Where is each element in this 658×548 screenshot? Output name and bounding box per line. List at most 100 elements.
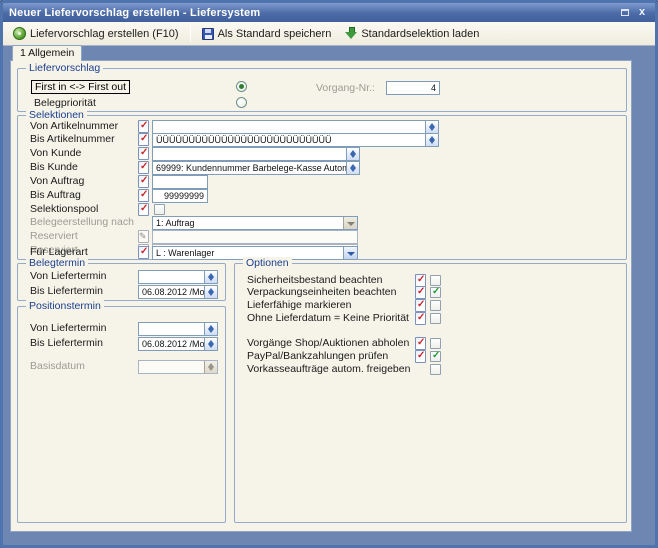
sicherheitsbestand-checkbox[interactable] — [430, 275, 441, 286]
selection-check-icon[interactable] — [138, 246, 149, 259]
create-delivery-proposal-button[interactable]: Liefervorschlag erstellen (F10) — [7, 24, 185, 43]
toolbar: Liefervorschlag erstellen (F10) Als Stan… — [3, 22, 655, 46]
selection-check-icon[interactable] — [415, 312, 426, 325]
von-artikelnummer-label: Von Artikelnummer — [30, 120, 118, 133]
spinner-button[interactable] — [204, 286, 217, 298]
fifo-radio[interactable] — [236, 81, 247, 92]
ohne-lieferdatum-checkbox[interactable] — [430, 313, 441, 324]
spinner-button[interactable] — [425, 134, 438, 146]
von-artikelnummer-input[interactable] — [152, 120, 439, 134]
option-label: PayPal/Bankzahlungen prüfen — [247, 350, 388, 363]
content-panel: Liefervorschlag First in <-> First out B… — [10, 60, 632, 532]
selection-check-icon[interactable] — [138, 147, 149, 160]
tab-allgemein[interactable]: 1 Allgemein — [12, 45, 82, 61]
bis-artikelnummer-label: Bis Artikelnummer — [30, 133, 115, 146]
lieferfaehige-checkbox[interactable] — [430, 300, 441, 311]
selection-check-icon[interactable] — [138, 120, 149, 133]
von-kunde-input[interactable] — [152, 147, 360, 161]
toolbar-separator — [190, 26, 191, 42]
von-liefertermin-label: Von Liefertermin — [30, 322, 106, 335]
bis-artikelnummer-input[interactable]: ÜÜÜÜÜÜÜÜÜÜÜÜÜÜÜÜÜÜÜÜÜÜÜÜÜÜÜ — [152, 133, 439, 147]
reserviert-label: Reserviert — [30, 230, 78, 243]
selection-check-icon[interactable] — [415, 337, 426, 350]
group-belegtermin: Belegtermin Von Liefertermin Bis Liefert… — [17, 263, 226, 301]
option-label: Vorgänge Shop/Auktionen abholen — [247, 337, 409, 350]
basisdatum-input — [138, 360, 218, 374]
field-value: 99999999 — [164, 191, 204, 201]
close-button[interactable]: x — [635, 6, 649, 19]
field-value: ÜÜÜÜÜÜÜÜÜÜÜÜÜÜÜÜÜÜÜÜÜÜÜÜÜÜÜ — [156, 135, 332, 145]
group-liefervorschlag: Liefervorschlag First in <-> First out B… — [17, 68, 627, 112]
bis-liefertermin-label: Bis Liefertermin — [30, 285, 103, 298]
beleg-von-liefertermin-input[interactable] — [138, 270, 218, 284]
beleg-bis-liefertermin-input[interactable]: 06.08.2012 /Mo — [138, 285, 218, 299]
selektionspool-checkbox[interactable] — [154, 204, 165, 215]
basisdatum-label: Basisdatum — [30, 360, 85, 373]
pencil-icon — [138, 230, 149, 243]
vorgang-nr-label: Vorgang-Nr.: — [316, 82, 375, 95]
fifo-option-label[interactable]: First in <-> First out — [31, 80, 130, 94]
app-window: Neuer Liefervorschlag erstellen - Liefer… — [0, 0, 658, 548]
restore-button[interactable] — [618, 6, 632, 19]
save-icon — [202, 28, 214, 40]
option-label: Ohne Lieferdatum = Keine Priorität — [247, 312, 409, 325]
save-as-default-button[interactable]: Als Standard speichern — [196, 25, 338, 43]
selection-check-icon[interactable] — [415, 350, 426, 363]
download-icon — [345, 27, 357, 40]
priority-radio[interactable] — [236, 97, 247, 108]
selection-check-icon[interactable] — [138, 203, 149, 216]
selection-check-icon[interactable] — [138, 133, 149, 146]
selection-check-icon[interactable] — [138, 189, 149, 202]
selection-check-icon[interactable] — [415, 286, 426, 299]
spinner-button[interactable] — [425, 121, 438, 133]
reserviert-field — [152, 230, 358, 244]
create-delivery-proposal-label: Liefervorschlag erstellen (F10) — [30, 28, 179, 40]
paypal-bankzahlungen-checkbox[interactable] — [430, 351, 441, 362]
close-icon: x — [639, 7, 645, 18]
pos-von-liefertermin-input[interactable] — [138, 322, 218, 336]
field-value: 06.08.2012 /Mo — [142, 287, 205, 297]
von-auftrag-input[interactable] — [152, 175, 208, 189]
verpackungseinheiten-checkbox[interactable] — [430, 287, 441, 298]
bis-auftrag-label: Bis Auftrag — [30, 189, 81, 202]
von-kunde-label: Von Kunde — [30, 147, 81, 160]
selection-check-icon[interactable] — [138, 161, 149, 174]
belegerstellung-dropdown[interactable]: 1: Auftrag — [152, 216, 358, 230]
spinner-button[interactable] — [204, 271, 217, 283]
vorgang-nr-field[interactable]: 4 — [386, 81, 440, 95]
bis-kunde-label: Bis Kunde — [30, 161, 78, 174]
bis-kunde-input[interactable]: 69999: Kundennummer Barbelege-Kasse Auto… — [152, 161, 360, 175]
selection-check-icon[interactable] — [138, 175, 149, 188]
group-optionen: Optionen Sicherheitsbestand beachten Ver… — [234, 263, 627, 523]
option-label: Lieferfähige markieren — [247, 299, 351, 312]
load-default-selection-label: Standardselektion laden — [361, 28, 479, 40]
von-auftrag-label: Von Auftrag — [30, 175, 84, 188]
selektionspool-label: Selektionspool — [30, 203, 98, 216]
spinner-button[interactable] — [346, 148, 359, 160]
field-value: L : Warenlager — [156, 248, 214, 258]
group-selektionen: Selektionen Von Artikelnummer Bis Artike… — [17, 115, 627, 260]
load-default-selection-button[interactable]: Standardselektion laden — [339, 24, 485, 43]
spinner-button[interactable] — [346, 162, 359, 174]
group-title: Positionstermin — [26, 300, 104, 312]
bis-auftrag-input[interactable]: 99999999 — [152, 189, 208, 203]
save-as-default-label: Als Standard speichern — [218, 28, 332, 40]
selection-check-icon[interactable] — [415, 299, 426, 312]
chevron-down-icon[interactable] — [343, 217, 357, 229]
field-value: 69999: Kundennummer Barbelege-Kasse Auto… — [156, 163, 360, 173]
vorkasseauftraege-checkbox[interactable] — [430, 364, 441, 375]
pos-bis-liefertermin-input[interactable]: 06.08.2012 /Mo — [138, 337, 218, 351]
chevron-down-icon[interactable] — [343, 247, 357, 259]
von-liefertermin-label: Von Liefertermin — [30, 270, 106, 283]
group-title: Optionen — [243, 257, 292, 269]
window-title: Neuer Liefervorschlag erstellen - Liefer… — [9, 7, 615, 19]
group-positionstermin: Positionstermin Von Liefertermin Bis Lie… — [17, 306, 226, 523]
spinner-button[interactable] — [204, 338, 217, 350]
field-value: 06.08.2012 /Mo — [142, 339, 205, 349]
title-bar[interactable]: Neuer Liefervorschlag erstellen - Liefer… — [3, 3, 655, 22]
bis-liefertermin-label: Bis Liefertermin — [30, 337, 103, 350]
option-label: Vorkasseaufträge autom. freigeben — [247, 363, 410, 376]
spinner-button[interactable] — [204, 323, 217, 335]
vorgaenge-shop-checkbox[interactable] — [430, 338, 441, 349]
workspace-background: 1 Allgemein Liefervorschlag First in <->… — [3, 46, 655, 545]
